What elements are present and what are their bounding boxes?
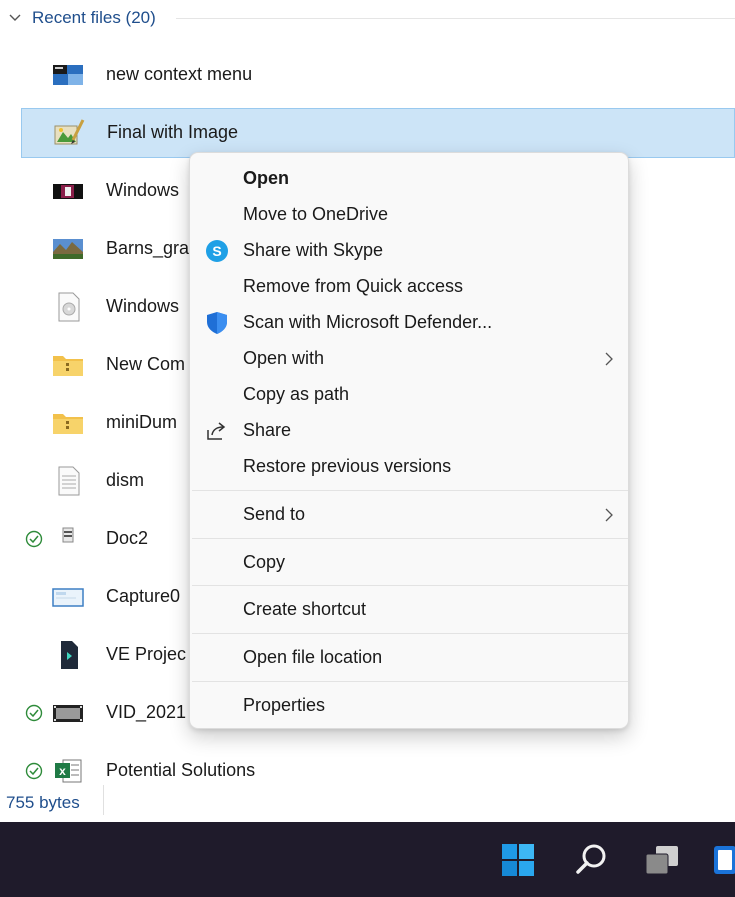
selection-size-label: 755 bytes: [6, 793, 80, 812]
menu-separator: [192, 681, 628, 682]
menu-item-move-to-onedrive[interactable]: Move to OneDrive: [190, 197, 630, 233]
chevron-right-icon: [605, 352, 613, 366]
menu-separator: [192, 633, 628, 634]
screenshot-image-icon: [52, 588, 84, 607]
file-name: VE Projec: [106, 644, 187, 664]
menu-item-label: Restore previous versions: [243, 456, 452, 476]
file-name: Barns_gra: [106, 238, 190, 258]
image-thumbnail-icon: [53, 65, 83, 85]
menu-separator: [192, 538, 628, 539]
disc-image-file-icon: [58, 292, 80, 322]
status-divider: [103, 785, 104, 815]
menu-item-label: Send to: [243, 504, 306, 524]
windows-start-icon[interactable]: [496, 838, 540, 882]
group-divider: [176, 18, 735, 19]
menu-separator: [192, 490, 628, 491]
defender-shield-icon: [207, 312, 227, 334]
file-row[interactable]: new context menu: [21, 50, 735, 100]
menu-item-label: Copy: [243, 552, 286, 572]
menu-separator: [192, 585, 628, 586]
svg-text:S: S: [212, 243, 221, 259]
search-icon[interactable]: [570, 838, 614, 882]
menu-item-properties[interactable]: Properties: [190, 688, 630, 724]
menu-item-send-to[interactable]: Send to: [190, 497, 630, 533]
file-name: dism: [106, 470, 145, 490]
file-name: Final with Image: [107, 122, 239, 142]
menu-item-share-with-skype[interactable]: S Share with Skype: [190, 233, 630, 269]
text-document-icon: [58, 466, 80, 496]
widgets-icon[interactable]: [708, 838, 735, 882]
taskbar: [0, 822, 735, 897]
image-editor-file-icon: [54, 119, 85, 145]
menu-item-copy-as-path[interactable]: Copy as path: [190, 377, 630, 413]
video-project-file-icon: [61, 641, 78, 669]
file-name: Windows: [106, 180, 180, 200]
svg-text:x: x: [59, 764, 66, 778]
menu-item-label: Scan with Microsoft Defender...: [243, 312, 493, 332]
menu-item-label: Create shortcut: [243, 599, 367, 619]
file-row-selected[interactable]: Final with Image: [21, 108, 735, 158]
menu-item-label: Share: [243, 420, 292, 440]
menu-item-copy[interactable]: Copy: [190, 545, 630, 581]
word-document-icon: [62, 527, 74, 543]
video-thumbnail-icon: [53, 184, 83, 199]
menu-item-scan-with-defender[interactable]: Scan with Microsoft Defender...: [190, 305, 630, 341]
menu-item-label: Remove from Quick access: [243, 276, 464, 296]
skype-icon: S: [206, 240, 228, 262]
share-icon: [207, 422, 226, 440]
file-name: Doc2: [106, 528, 149, 548]
sync-check-icon: [25, 762, 43, 780]
menu-item-open-with[interactable]: Open with: [190, 341, 630, 377]
sync-check-icon: [25, 530, 43, 548]
sync-check-icon: [25, 704, 43, 722]
chevron-right-icon: [605, 508, 613, 522]
file-name: new context menu: [106, 64, 253, 84]
menu-item-share[interactable]: Share: [190, 413, 630, 449]
menu-item-label: Move to OneDrive: [243, 204, 389, 224]
chevron-down-icon[interactable]: [9, 13, 21, 23]
file-name: New Com: [106, 354, 186, 374]
file-name: Capture0: [106, 586, 181, 606]
menu-item-label: Open: [243, 168, 290, 188]
zip-folder-icon: [53, 356, 83, 376]
video-file-icon: [53, 705, 83, 722]
menu-item-label: Open with: [243, 348, 325, 368]
zip-folder-icon: [53, 414, 83, 434]
file-name: Potential Solutions: [106, 760, 256, 780]
group-title: Recent files (20): [32, 8, 156, 27]
menu-item-label: Copy as path: [243, 384, 350, 404]
file-name: VID_2021: [106, 702, 187, 722]
file-name: miniDum: [106, 412, 178, 432]
recent-files-group-header[interactable]: Recent files (20): [0, 0, 735, 36]
menu-item-create-shortcut[interactable]: Create shortcut: [190, 592, 630, 628]
excel-file-icon: x: [55, 759, 82, 783]
context-menu: Open Move to OneDrive S Share with Skype…: [189, 152, 629, 729]
file-name: Windows: [106, 296, 180, 316]
file-row[interactable]: x Potential Solutions: [21, 746, 735, 796]
landscape-image-icon: [53, 239, 83, 259]
menu-item-remove-from-quick-access[interactable]: Remove from Quick access: [190, 269, 630, 305]
menu-item-restore-previous-versions[interactable]: Restore previous versions: [190, 449, 630, 485]
menu-item-open[interactable]: Open: [190, 161, 630, 197]
menu-item-label: Properties: [243, 695, 326, 715]
task-view-icon[interactable]: [640, 838, 684, 882]
menu-item-open-file-location[interactable]: Open file location: [190, 640, 630, 676]
menu-item-label: Open file location: [243, 647, 383, 667]
menu-item-label: Share with Skype: [243, 240, 384, 260]
